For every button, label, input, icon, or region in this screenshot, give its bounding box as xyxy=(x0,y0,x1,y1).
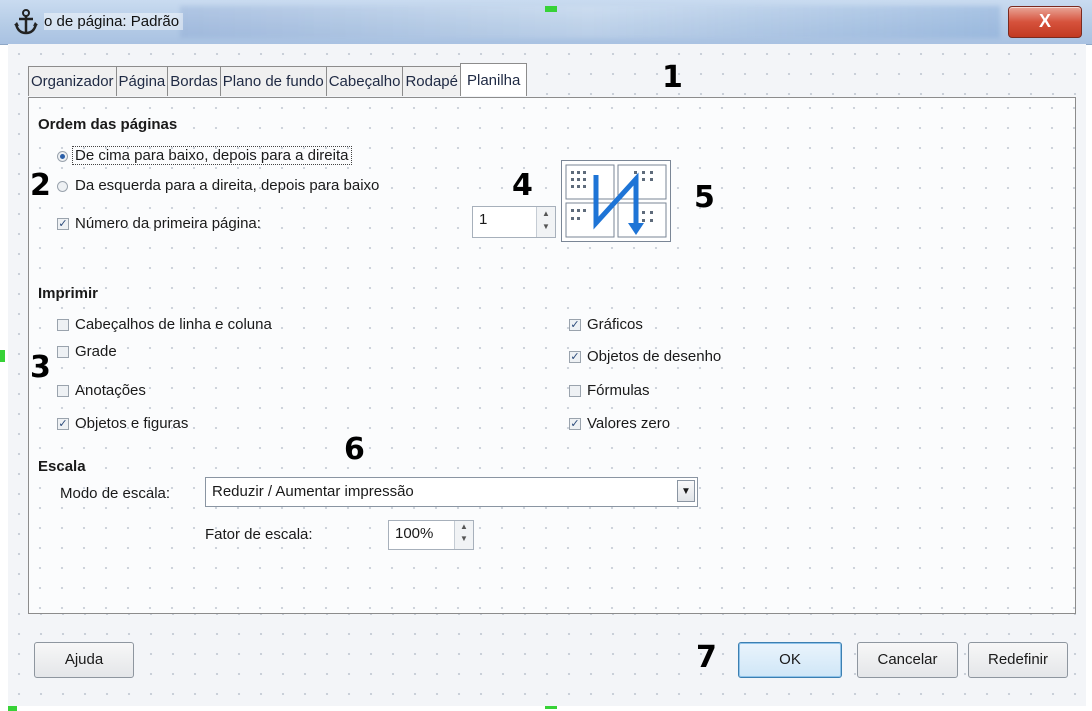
callout-1: 1 xyxy=(662,60,683,95)
scale-factor-value: 100% xyxy=(395,525,434,542)
tab-footer[interactable]: Rodapé xyxy=(402,66,460,96)
scale-mode-label: Modo de escala: xyxy=(60,485,171,502)
callout-6: 6 xyxy=(344,432,365,467)
checkbox-row-col-headers[interactable] xyxy=(57,319,69,331)
callout-3: 3 xyxy=(30,350,51,385)
resize-handle-left[interactable] xyxy=(0,350,5,362)
callout-2: 2 xyxy=(30,168,51,203)
page-order-heading: Ordem das páginas xyxy=(38,116,178,133)
tab-page[interactable]: Página xyxy=(115,66,168,96)
ok-button[interactable]: OK xyxy=(738,642,842,678)
tab-bar: Organizador Página Bordas Plano de fundo… xyxy=(28,63,528,97)
scale-factor-spinner[interactable]: 100% ▲ ▼ xyxy=(388,520,474,550)
callout-4: 4 xyxy=(512,168,533,203)
anchor-icon xyxy=(14,9,38,35)
checkbox-comments[interactable] xyxy=(57,385,69,397)
title-bar-blur xyxy=(180,6,1000,38)
row-col-headers-label[interactable]: Cabeçalhos de linha e coluna xyxy=(75,316,272,333)
spinner-arrows[interactable]: ▲ ▼ xyxy=(536,207,555,237)
drawing-objects-label[interactable]: Objetos de desenho xyxy=(587,348,721,365)
radio-top-down-label[interactable]: De cima para baixo, depois para a direit… xyxy=(72,146,352,165)
radio-left-right-label[interactable]: Da esquerda para a direita, depois para … xyxy=(75,177,379,194)
close-button[interactable]: X xyxy=(1008,6,1082,38)
print-heading: Imprimir xyxy=(38,285,99,302)
checkbox-objects-images[interactable]: ✓ xyxy=(57,418,69,430)
tab-borders[interactable]: Bordas xyxy=(167,66,220,96)
checkbox-drawing-objects[interactable]: ✓ xyxy=(569,351,581,363)
reset-button[interactable]: Redefinir xyxy=(968,642,1068,678)
checkbox-first-page[interactable]: ✓ xyxy=(57,218,69,230)
zero-values-label[interactable]: Valores zero xyxy=(587,415,670,432)
tab-header[interactable]: Cabeçalho xyxy=(325,66,403,96)
grid-label[interactable]: Grade xyxy=(75,343,117,360)
first-page-spinner[interactable]: 1 ▲ ▼ xyxy=(472,206,556,238)
formulas-label[interactable]: Fórmulas xyxy=(587,382,650,399)
charts-label[interactable]: Gráficos xyxy=(587,316,643,333)
first-page-value: 1 xyxy=(479,211,488,228)
help-button[interactable]: Ajuda xyxy=(34,642,134,678)
checkbox-zero-values[interactable]: ✓ xyxy=(569,418,581,430)
callout-5: 5 xyxy=(694,180,715,215)
radio-left-right[interactable] xyxy=(57,181,68,192)
cancel-button[interactable]: Cancelar xyxy=(857,642,958,678)
scale-spinner-arrows[interactable]: ▲ ▼ xyxy=(454,521,473,549)
scale-mode-select[interactable]: Reduzir / Aumentar impressão ▼ xyxy=(205,477,698,507)
objects-images-label[interactable]: Objetos e figuras xyxy=(75,415,188,432)
page-order-preview-icon xyxy=(565,164,667,238)
checkbox-formulas[interactable] xyxy=(569,385,581,397)
first-page-label: Número da primeira página: xyxy=(75,215,261,232)
callout-7: 7 xyxy=(696,640,717,675)
tab-background[interactable]: Plano de fundo xyxy=(219,66,326,96)
resize-handle-top[interactable] xyxy=(545,6,557,12)
scale-heading: Escala xyxy=(38,458,86,475)
page-order-preview xyxy=(561,160,671,242)
checkbox-grid[interactable] xyxy=(57,346,69,358)
comments-label[interactable]: Anotações xyxy=(75,382,146,399)
tab-sheet[interactable]: Planilha xyxy=(459,63,528,96)
sheet-tab-panel xyxy=(28,97,1076,614)
tab-organizer[interactable]: Organizador xyxy=(28,66,116,96)
scale-mode-value: Reduzir / Aumentar impressão xyxy=(212,483,414,500)
window-title: o de página: Padrão xyxy=(44,13,184,30)
radio-top-down[interactable] xyxy=(57,151,68,162)
chevron-down-icon[interactable]: ▼ xyxy=(677,480,695,502)
checkbox-charts[interactable]: ✓ xyxy=(569,319,581,331)
scale-factor-label: Fator de escala: xyxy=(205,526,313,543)
